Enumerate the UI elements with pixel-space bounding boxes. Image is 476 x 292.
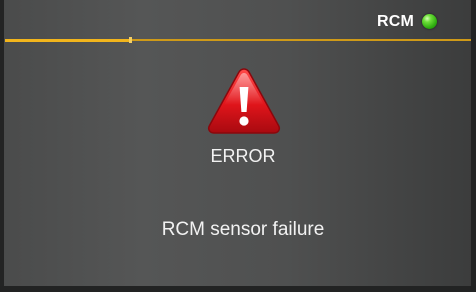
error-message: RCM sensor failure (161, 219, 325, 240)
progress-fill (5, 39, 131, 42)
status-led-icon (422, 14, 437, 29)
status-bar: RCM (0, 0, 476, 40)
screen-bezel-bottom (0, 286, 476, 292)
error-screen: RCM ERROR RCM sensor failure (0, 0, 476, 292)
warning-triangle-icon (207, 68, 281, 134)
status-label: RCM (376, 13, 414, 30)
progress-marker (129, 37, 132, 43)
error-title: ERROR (210, 146, 276, 166)
